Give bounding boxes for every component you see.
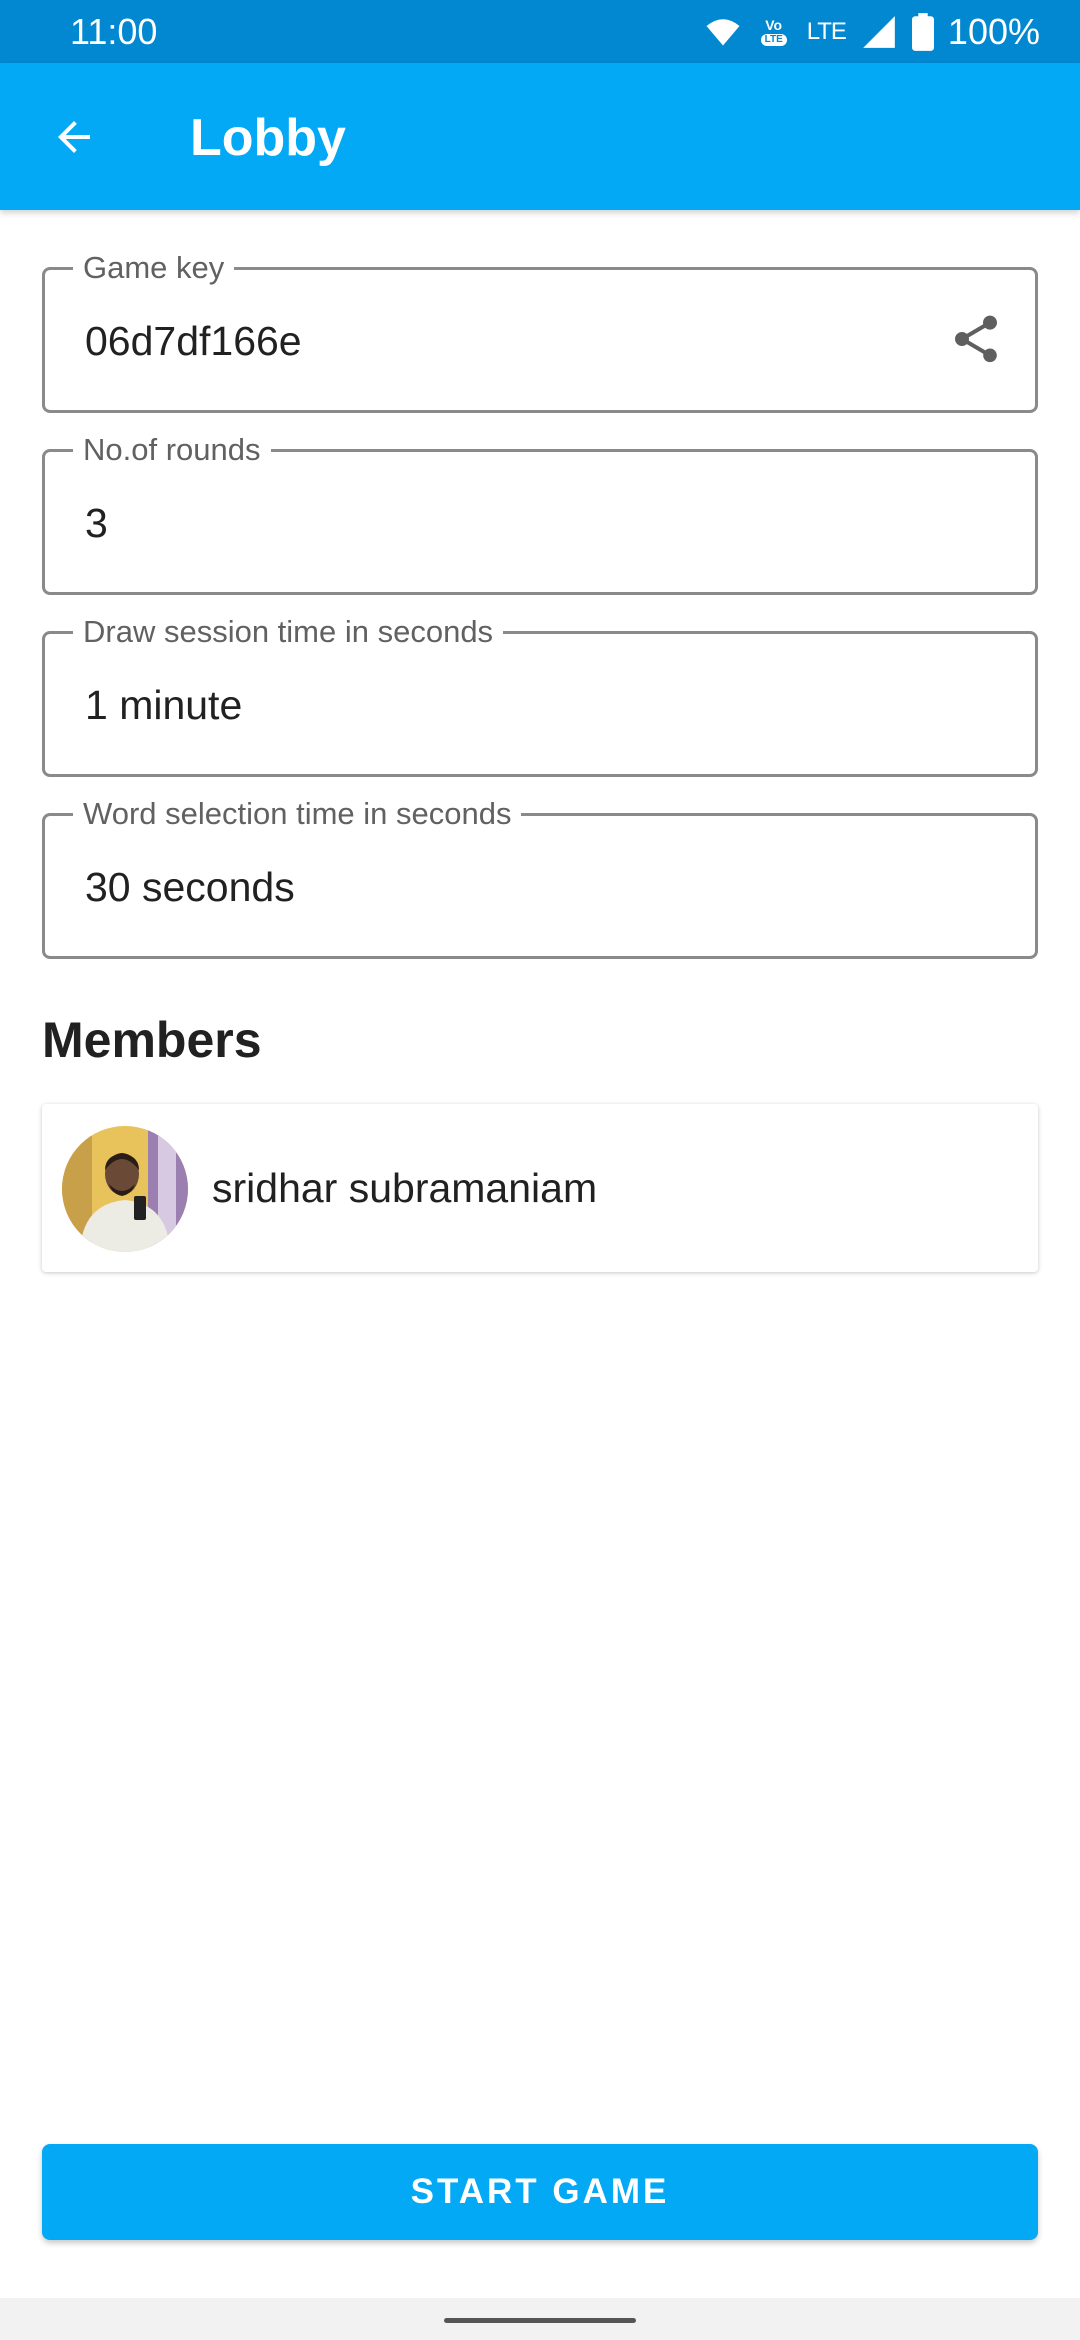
volte-icon: Vo LTE (755, 12, 793, 52)
game-key-value: 06d7df166e (85, 318, 302, 364)
signal-icon (860, 13, 898, 51)
status-bar: 11:00 Vo LTE LTE 100% (0, 0, 1080, 63)
word-time-label: Word selection time in seconds (73, 794, 522, 834)
share-icon (948, 311, 1004, 372)
member-name: sridhar subramaniam (212, 1165, 598, 1211)
draw-time-field[interactable]: Draw session time in seconds 1 minute (42, 612, 1038, 777)
avatar (62, 1126, 188, 1252)
share-button[interactable] (945, 310, 1007, 372)
rounds-field[interactable]: No.of rounds 3 (42, 430, 1038, 595)
battery-percent: 100% (947, 11, 1040, 52)
draw-time-value: 1 minute (85, 682, 243, 728)
wifi-icon (705, 14, 741, 50)
word-time-value: 30 seconds (85, 864, 295, 910)
status-icons: Vo LTE LTE 100% (705, 8, 1040, 56)
members-heading: Members (42, 1012, 262, 1068)
navigation-bar (0, 2298, 1080, 2340)
member-list-item[interactable]: sridhar subramaniam (42, 1104, 1038, 1272)
draw-time-label: Draw session time in seconds (73, 612, 504, 652)
back-button[interactable] (36, 101, 112, 177)
game-key-label: Game key (73, 248, 235, 288)
start-game-button[interactable]: START GAME (42, 2144, 1038, 2240)
rounds-value: 3 (85, 500, 108, 546)
page-title: Lobby (190, 109, 346, 167)
network-type: LTE (806, 18, 847, 45)
word-time-field[interactable]: Word selection time in seconds 30 second… (42, 794, 1038, 959)
status-time: 11:00 (70, 11, 158, 52)
app-bar: Lobby (0, 63, 1080, 210)
game-key-field[interactable]: Game key 06d7df166e (42, 248, 1038, 413)
home-gesture-handle[interactable] (444, 2318, 636, 2323)
rounds-label: No.of rounds (73, 430, 271, 470)
battery-icon (911, 13, 934, 51)
arrow-back-icon (50, 113, 98, 166)
